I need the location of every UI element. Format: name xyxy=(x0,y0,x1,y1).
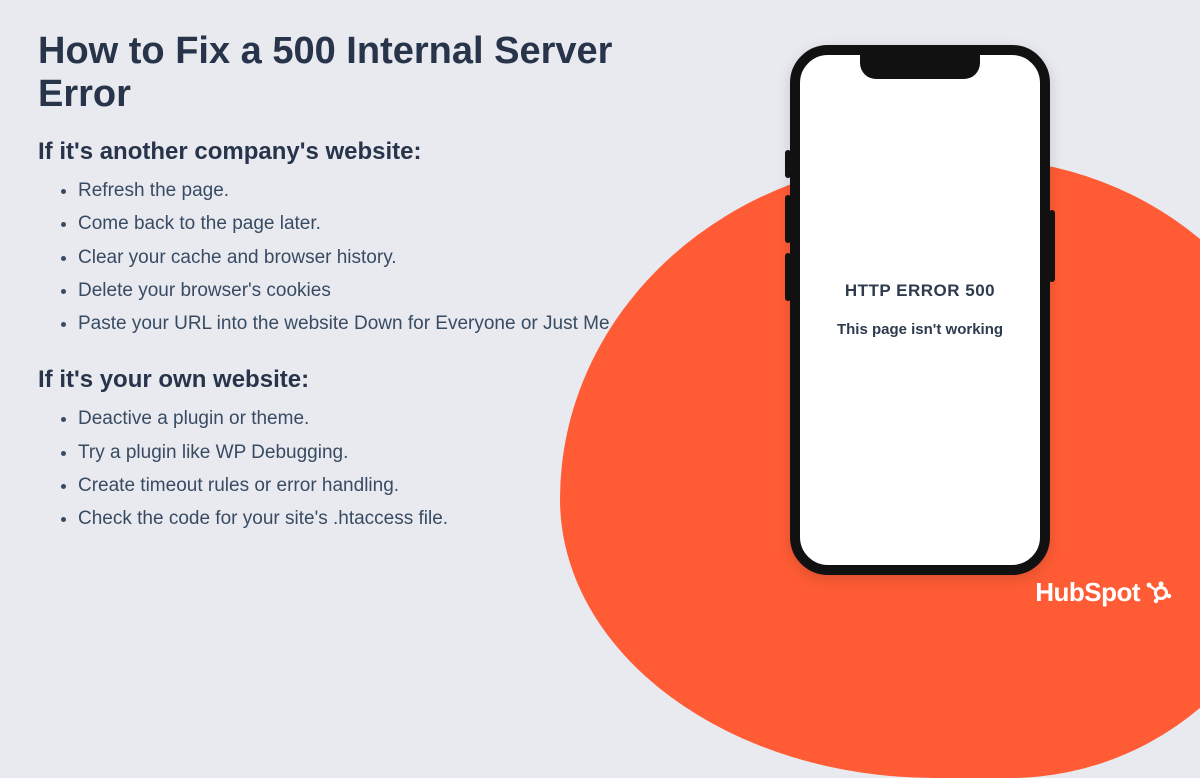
error-title: HTTP ERROR 500 xyxy=(845,281,995,301)
page-title: How to Fix a 500 Internal Server Error xyxy=(38,30,678,116)
main-content: How to Fix a 500 Internal Server Error I… xyxy=(38,30,678,535)
error-subtitle: This page isn't working xyxy=(837,319,1003,340)
list-item: Refresh the page. xyxy=(78,174,678,207)
list-item: Paste your URL into the website Down for… xyxy=(78,307,678,340)
phone-mute-switch xyxy=(785,150,791,178)
list-other-site: Refresh the page. Come back to the page … xyxy=(38,174,678,340)
section-heading-other-site: If it's another company's website: xyxy=(38,138,678,166)
brand-text: HubSpot xyxy=(1035,577,1140,608)
phone-mockup: HTTP ERROR 500 This page isn't working xyxy=(790,45,1050,575)
list-item: Clear your cache and browser history. xyxy=(78,241,678,274)
phone-screen: HTTP ERROR 500 This page isn't working xyxy=(800,55,1040,565)
phone-volume-down xyxy=(785,253,791,301)
list-item: Delete your browser's cookies xyxy=(78,274,678,307)
phone-power-button xyxy=(1049,210,1055,282)
phone-volume-up xyxy=(785,195,791,243)
list-own-site: Deactive a plugin or theme. Try a plugin… xyxy=(38,402,678,535)
list-item: Try a plugin like WP Debugging. xyxy=(78,436,678,469)
list-item: Check the code for your site's .htaccess… xyxy=(78,502,678,535)
list-item: Deactive a plugin or theme. xyxy=(78,402,678,435)
list-item: Come back to the page later. xyxy=(78,207,678,240)
sprocket-icon xyxy=(1144,579,1172,607)
brand-logo: HubSpot xyxy=(1035,577,1172,608)
section-heading-own-site: If it's your own website: xyxy=(38,366,678,394)
list-item: Create timeout rules or error handling. xyxy=(78,469,678,502)
